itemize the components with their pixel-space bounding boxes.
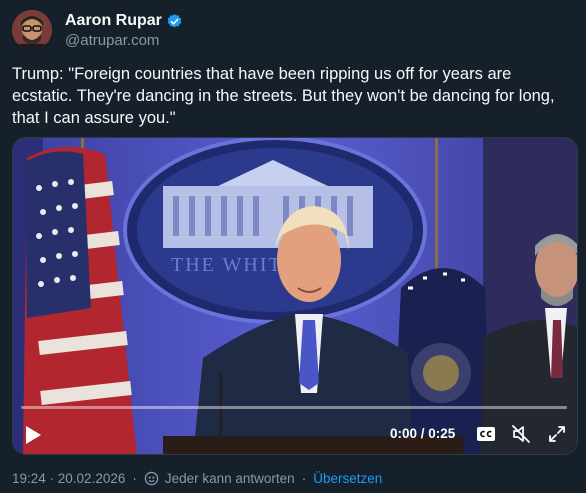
reply-setting: Jeder kann antworten	[164, 471, 295, 486]
tweet-footer: 19:24 · 20.02.2026 · Jeder kann antworte…	[12, 471, 382, 486]
closed-captions-icon[interactable]	[476, 426, 496, 442]
author-name[interactable]: Aaron Rupar	[65, 11, 162, 31]
tweet-header: Aaron Rupar @atrupar.com	[12, 8, 183, 52]
video-controls: 0:00 / 0:25	[13, 398, 577, 454]
mute-icon[interactable]	[511, 424, 531, 444]
separator: ·	[132, 471, 137, 486]
timestamp[interactable]: 19:24 · 20.02.2026	[12, 471, 125, 486]
author-handle[interactable]: @atrupar.com	[65, 31, 183, 51]
play-icon[interactable]	[23, 424, 43, 446]
separator: ·	[301, 471, 307, 486]
tweet-text: Trump: "Foreign countries that have been…	[12, 65, 555, 127]
time-display: 0:00 / 0:25	[390, 426, 456, 441]
video-player[interactable]: THE WHITE 0:00 / 0:25	[12, 137, 578, 455]
progress-bar[interactable]	[21, 406, 567, 409]
reply-settings-icon	[144, 471, 159, 486]
translate-link[interactable]: Übersetzen	[313, 471, 382, 486]
avatar[interactable]	[12, 10, 52, 50]
fullscreen-icon[interactable]	[547, 424, 567, 444]
verified-badge-icon	[167, 13, 182, 28]
